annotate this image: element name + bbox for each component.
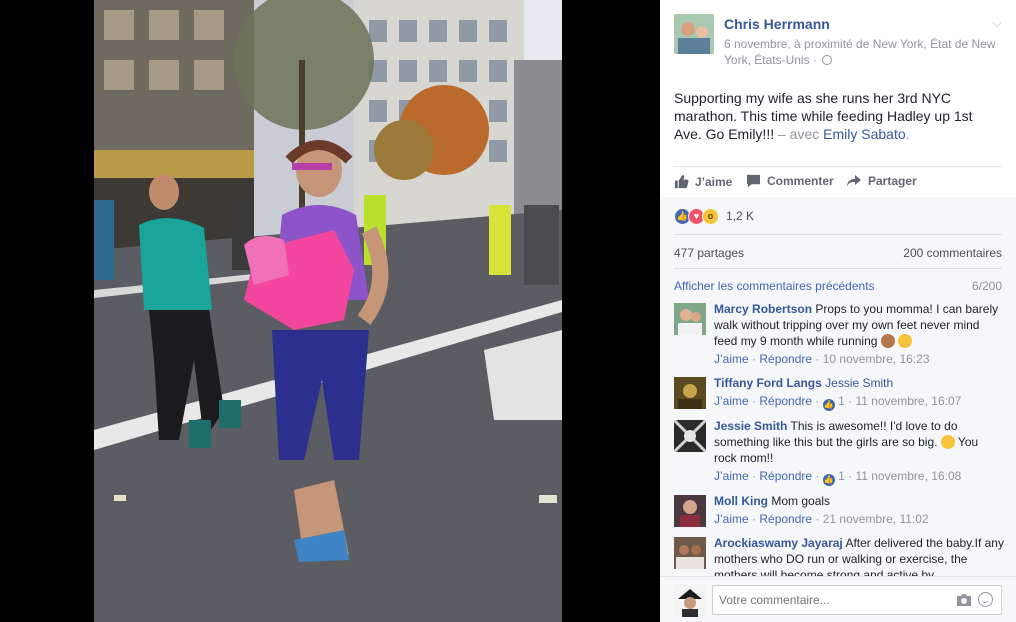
wow-reaction-icon: o [702, 207, 719, 225]
thumbs-up-icon [674, 174, 689, 189]
author-name[interactable]: Chris Herrmann [724, 16, 830, 32]
comment-button[interactable]: Commenter [746, 174, 834, 188]
comment-actions: J’aime · Répondre · 👍 1 · 11 novembre, 1… [714, 469, 962, 486]
comments-page-count: 6/200 [971, 279, 1002, 293]
commenter-name[interactable]: Tiffany Ford Langs [714, 376, 822, 390]
smiley-icon[interactable] [978, 592, 993, 607]
comment-body: Marcy Robertson Props to you momma! I ca… [714, 301, 1004, 367]
post-meta-text: 6 novembre, à proximité de New York, Éta… [724, 37, 996, 67]
reactions-summary[interactable]: 👍 ♥ o 1,2 K [674, 207, 754, 225]
post-action-bar: J’aime Commenter Partager [674, 166, 1002, 196]
like-button-label: J’aime [695, 174, 733, 189]
reactions-count: 1,2 K [726, 209, 755, 223]
laughing-emoji-icon [940, 435, 955, 449]
comment-timestamp[interactable]: 10 novembre, 16:23 [823, 352, 930, 366]
commenter-avatar[interactable] [674, 495, 706, 527]
marathon-photo-image [94, 0, 562, 622]
comment-like-link[interactable]: J’aime [714, 352, 749, 366]
comment-text: Mom goals [771, 494, 831, 508]
comment-body: Jessie Smith This is awesome!! I'd love … [714, 418, 1004, 486]
comment-like-count[interactable]: 1 [838, 394, 845, 408]
laughing-emoji-icon [898, 334, 913, 348]
comment-like-link[interactable]: J’aime [714, 394, 749, 408]
divider [674, 234, 1002, 235]
post-meta: 6 novembre, à proximité de New York, Éta… [724, 36, 1004, 68]
comment-timestamp[interactable]: 11 novembre, 16:07 [855, 394, 961, 408]
comment-body: Tiffany Ford Langs Jessie Smith J’aime ·… [714, 375, 1004, 411]
comment-like-icon: 👍 [822, 474, 835, 486]
tagged-person-link[interactable]: Jessie Smith [825, 376, 893, 390]
commenter-avatar[interactable] [674, 303, 706, 335]
comment-timestamp[interactable]: 21 novembre, 11:02 [823, 512, 929, 526]
comment-like-count[interactable]: 1 [838, 469, 845, 483]
chevron-down-icon[interactable]: ⌵ [990, 16, 1004, 30]
camera-icon[interactable] [956, 593, 972, 607]
share-arrow-icon [847, 175, 861, 187]
tagged-person-link[interactable]: Emily Sabato [823, 126, 905, 142]
comment-like-icon: 👍 [822, 399, 835, 411]
commenter-avatar[interactable] [674, 420, 706, 452]
share-button[interactable]: Partager [846, 174, 917, 188]
comment-actions: J’aime · Répondre · 👍 1 · 11 novembre, 1… [714, 394, 962, 411]
post-message: Supporting my wife as she runs her 3rd N… [674, 89, 994, 143]
commenter-avatar[interactable] [674, 537, 706, 569]
comment-bubble-icon [746, 174, 761, 188]
comment-actions: J’aime · Répondre · 21 novembre, 11:02 [714, 512, 929, 526]
author-avatar[interactable] [674, 14, 714, 54]
commenter-name[interactable]: Moll King [714, 494, 768, 508]
comments-section: 👍 ♥ o 1,2 K 477 partages 200 commentaire… [660, 197, 1016, 622]
commenter-name[interactable]: Marcy Robertson [714, 302, 812, 316]
share-button-label: Partager [868, 174, 917, 188]
comment-like-link[interactable]: J’aime [714, 469, 749, 483]
photo-viewer: Chris Herrmann 6 novembre, à proximité d… [0, 0, 1016, 622]
current-user-avatar [674, 585, 706, 617]
comment-reply-link[interactable]: Répondre [759, 352, 812, 366]
comment-composer [660, 576, 1016, 622]
globe-icon [822, 55, 833, 65]
tagged-suffix: . [905, 126, 910, 142]
commenter-avatar[interactable] [674, 377, 706, 409]
commenter-name[interactable]: Jessie Smith [714, 419, 787, 433]
face-emoji-icon [880, 334, 895, 348]
comment-reply-link[interactable]: Répondre [759, 394, 812, 408]
comment-reply-link[interactable]: Répondre [759, 512, 812, 526]
divider [674, 268, 1002, 269]
comment-actions: J’aime · Répondre · 10 novembre, 16:23 [714, 352, 930, 366]
comment-button-label: Commenter [767, 174, 834, 188]
shares-count[interactable]: 477 partages [674, 246, 744, 260]
comment-reply-link[interactable]: Répondre [759, 469, 812, 483]
comment-timestamp[interactable]: 11 novembre, 16:08 [855, 469, 961, 483]
comment-body: Moll King Mom goals J’aime · Répondre · … [714, 493, 1004, 527]
with-text: – avec [778, 126, 820, 142]
like-button[interactable]: J’aime [674, 174, 732, 189]
commenter-name[interactable]: Arockiaswamy Jayaraj [714, 536, 843, 550]
comments-count[interactable]: 200 commentaires [903, 246, 1002, 260]
view-previous-comments-link[interactable]: Afficher les commentaires précédents [674, 279, 875, 293]
post-photo[interactable] [94, 0, 562, 622]
post-detail-panel: Chris Herrmann 6 novembre, à proximité d… [660, 0, 1016, 622]
comment-like-link[interactable]: J’aime [714, 512, 749, 526]
